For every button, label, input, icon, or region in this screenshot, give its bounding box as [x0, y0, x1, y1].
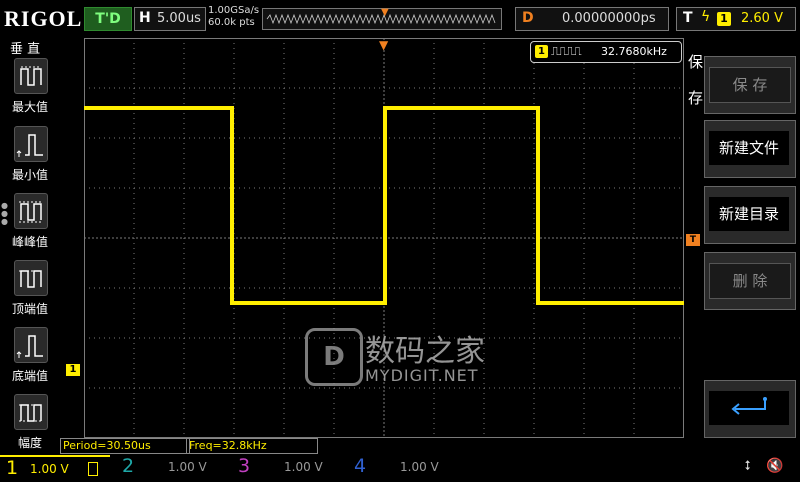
channel-4-tab[interactable]: 4 1.00 V [348, 455, 458, 480]
new-file-label: 新建文件 [709, 131, 789, 165]
channel-1-scale: 1.00 V [30, 462, 69, 476]
channel-2-tab[interactable]: 2 1.00 V [116, 455, 226, 480]
measure-base-label: 底端值 [11, 369, 48, 383]
run-status-badge[interactable]: T'D [84, 7, 132, 31]
ch1-offset-marker[interactable]: 1 [66, 364, 80, 376]
min-value-icon [14, 126, 48, 162]
new-file-button[interactable]: 新建文件 [704, 120, 796, 178]
channel-3-number: 3 [238, 455, 251, 477]
square-wave-icon: ⎍⎍⎍⎍ [551, 44, 582, 58]
channel-bar: 1 1.00 V 2 1.00 V 3 1.00 V 4 1.00 V ⭥ 🔇 [0, 455, 800, 480]
freq-measurement[interactable]: Freq=32.8kHz [186, 438, 318, 454]
sample-rate: 1.00GSa/s [208, 5, 260, 16]
return-arrow-icon [709, 391, 789, 425]
channel-2-number: 2 [122, 455, 135, 477]
frequency-counter: 1 ⎍⎍⎍⎍ 32.7680kHz [530, 41, 682, 63]
watermark-cn: 数码之家 [365, 334, 485, 369]
save-button-label: 保 存 [709, 67, 791, 103]
freq-channel-badge: 1 [535, 45, 548, 58]
measurement-bar: Period=30.50us Freq=32.8kHz [60, 438, 700, 454]
delay-box[interactable]: D 0.00000000ps [515, 7, 669, 31]
usb-icon: ⭥ [744, 459, 752, 474]
sample-info: 1.00GSa/s 60.0k pts [208, 5, 259, 29]
return-button[interactable] [704, 380, 796, 438]
measure-amplitude-label: 幅度 [17, 436, 42, 450]
measure-min[interactable]: 最小值 [0, 126, 60, 190]
measure-menu-title: 垂 直 [10, 42, 41, 57]
delete-button[interactable]: 删 除 [704, 252, 796, 310]
measure-min-label: 最小值 [11, 168, 48, 182]
trigger-position-marker-icon: ▼ [381, 7, 389, 18]
base-value-icon [14, 327, 48, 363]
rising-edge-icon: ϟ [701, 9, 711, 25]
period-measurement[interactable]: Period=30.50us [60, 438, 190, 454]
delay-label: D [522, 10, 534, 26]
amplitude-icon [14, 394, 48, 430]
bandwidth-limit-icon [88, 462, 98, 476]
trigger-box[interactable]: T ϟ 1 2.60 V [676, 7, 796, 31]
trigger-time-marker-icon[interactable]: ▼ [379, 38, 388, 52]
sound-muted-icon[interactable]: 🔇 [766, 458, 783, 474]
brand-logo: RIGOL [4, 6, 83, 31]
measure-menu: 垂 直 ● ● ● 最大值 最小值 峰峰值 顶端值 底端值 幅度 [0, 36, 60, 454]
channel-3-scale: 1.00 V [284, 460, 323, 474]
channel-4-number: 4 [354, 455, 367, 477]
peak-to-peak-icon [14, 193, 48, 229]
channel-3-tab[interactable]: 3 1.00 V [232, 455, 342, 480]
ch1-waveform [84, 106, 684, 305]
trigger-label: T [683, 10, 693, 26]
save-button[interactable]: 保 存 [704, 56, 796, 114]
trigger-source-badge: 1 [717, 12, 731, 26]
measure-top-label: 顶端值 [11, 302, 48, 316]
frequency-value: 32.7680kHz [601, 45, 667, 58]
measure-pk-pk[interactable]: 峰峰值 [0, 193, 60, 257]
max-value-icon [14, 58, 48, 94]
memory-overview-bar[interactable]: ▼ [262, 7, 502, 30]
delay-value: 0.00000000ps [562, 11, 656, 26]
measure-pk-pk-label: 峰峰值 [11, 235, 48, 249]
new-folder-button[interactable]: 新建目录 [704, 186, 796, 244]
top-status-bar: RIGOL T'D H 5.00us 1.00GSa/s 60.0k pts ▼… [0, 0, 800, 36]
measure-base[interactable]: 底端值 [0, 327, 60, 391]
channel-2-scale: 1.00 V [168, 460, 207, 474]
save-menu-title: 保存 [688, 53, 704, 107]
trigger-level-marker[interactable]: T [686, 234, 700, 246]
watermark-logo-icon: D [305, 328, 363, 386]
measure-max-label: 最大值 [11, 100, 48, 114]
measure-top[interactable]: 顶端值 [0, 260, 60, 324]
top-value-icon [14, 260, 48, 296]
new-folder-label: 新建目录 [709, 197, 789, 231]
timebase-box[interactable]: H 5.00us [134, 7, 206, 31]
timebase-value: 5.00us [157, 11, 201, 26]
memory-depth: 60.0k pts [208, 17, 255, 28]
delete-button-label: 删 除 [709, 263, 791, 299]
measure-amplitude[interactable]: 幅度 [0, 394, 60, 458]
measure-max[interactable]: 最大值 [0, 58, 60, 122]
timebase-label: H [139, 10, 151, 26]
watermark-en: MYDIGIT.NET [365, 366, 479, 385]
channel-4-scale: 1.00 V [400, 460, 439, 474]
channel-1-number: 1 [6, 457, 19, 479]
channel-1-tab[interactable]: 1 1.00 V [0, 455, 110, 482]
save-menu: 保存 保 存 新建文件 新建目录 删 除 [688, 36, 800, 454]
trigger-level: 2.60 V [741, 11, 783, 26]
